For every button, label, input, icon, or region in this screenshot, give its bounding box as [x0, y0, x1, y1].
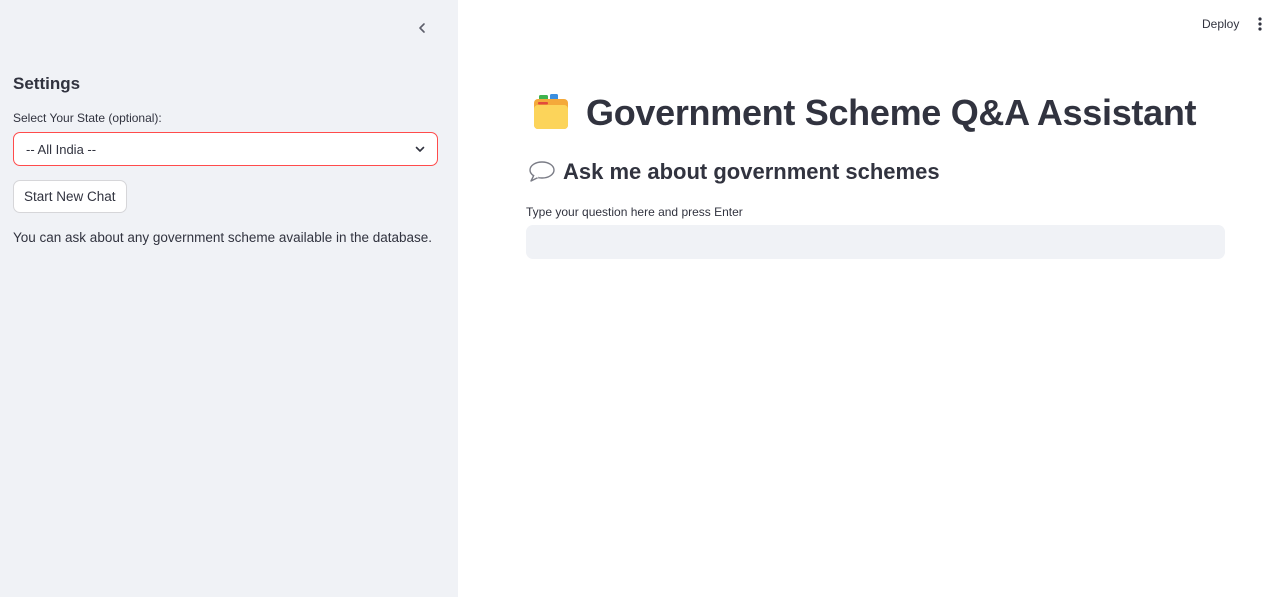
page-title: Government Scheme Q&A Assistant [586, 92, 1197, 133]
state-select-label: Select Your State (optional): [13, 111, 162, 125]
state-select[interactable]: -- All India -- [13, 132, 438, 166]
main-menu-button[interactable] [1250, 14, 1270, 34]
sidebar: Settings Select Your State (optional): -… [0, 0, 458, 597]
sidebar-title: Settings [13, 74, 81, 93]
chevron-left-icon [419, 23, 425, 33]
vertical-ellipsis-icon [1258, 17, 1262, 31]
start-new-chat-button[interactable]: Start New Chat [13, 180, 127, 213]
card-index-dividers-icon [534, 94, 568, 129]
sidebar-note: You can ask about any government scheme … [13, 230, 433, 245]
chevron-down-icon [413, 142, 427, 156]
collapse-sidebar-button[interactable] [410, 16, 434, 40]
speech-balloon-icon [529, 161, 555, 182]
deploy-button[interactable]: Deploy [1194, 14, 1247, 34]
subtitle-row: Ask me about government schemes [528, 159, 940, 185]
title-row: Government Scheme Q&A Assistant [530, 92, 1197, 134]
section-subtitle: Ask me about government schemes [563, 159, 940, 184]
question-input[interactable] [526, 225, 1225, 259]
question-input-label: Type your question here and press Enter [526, 205, 743, 219]
state-select-value: -- All India -- [26, 141, 97, 157]
